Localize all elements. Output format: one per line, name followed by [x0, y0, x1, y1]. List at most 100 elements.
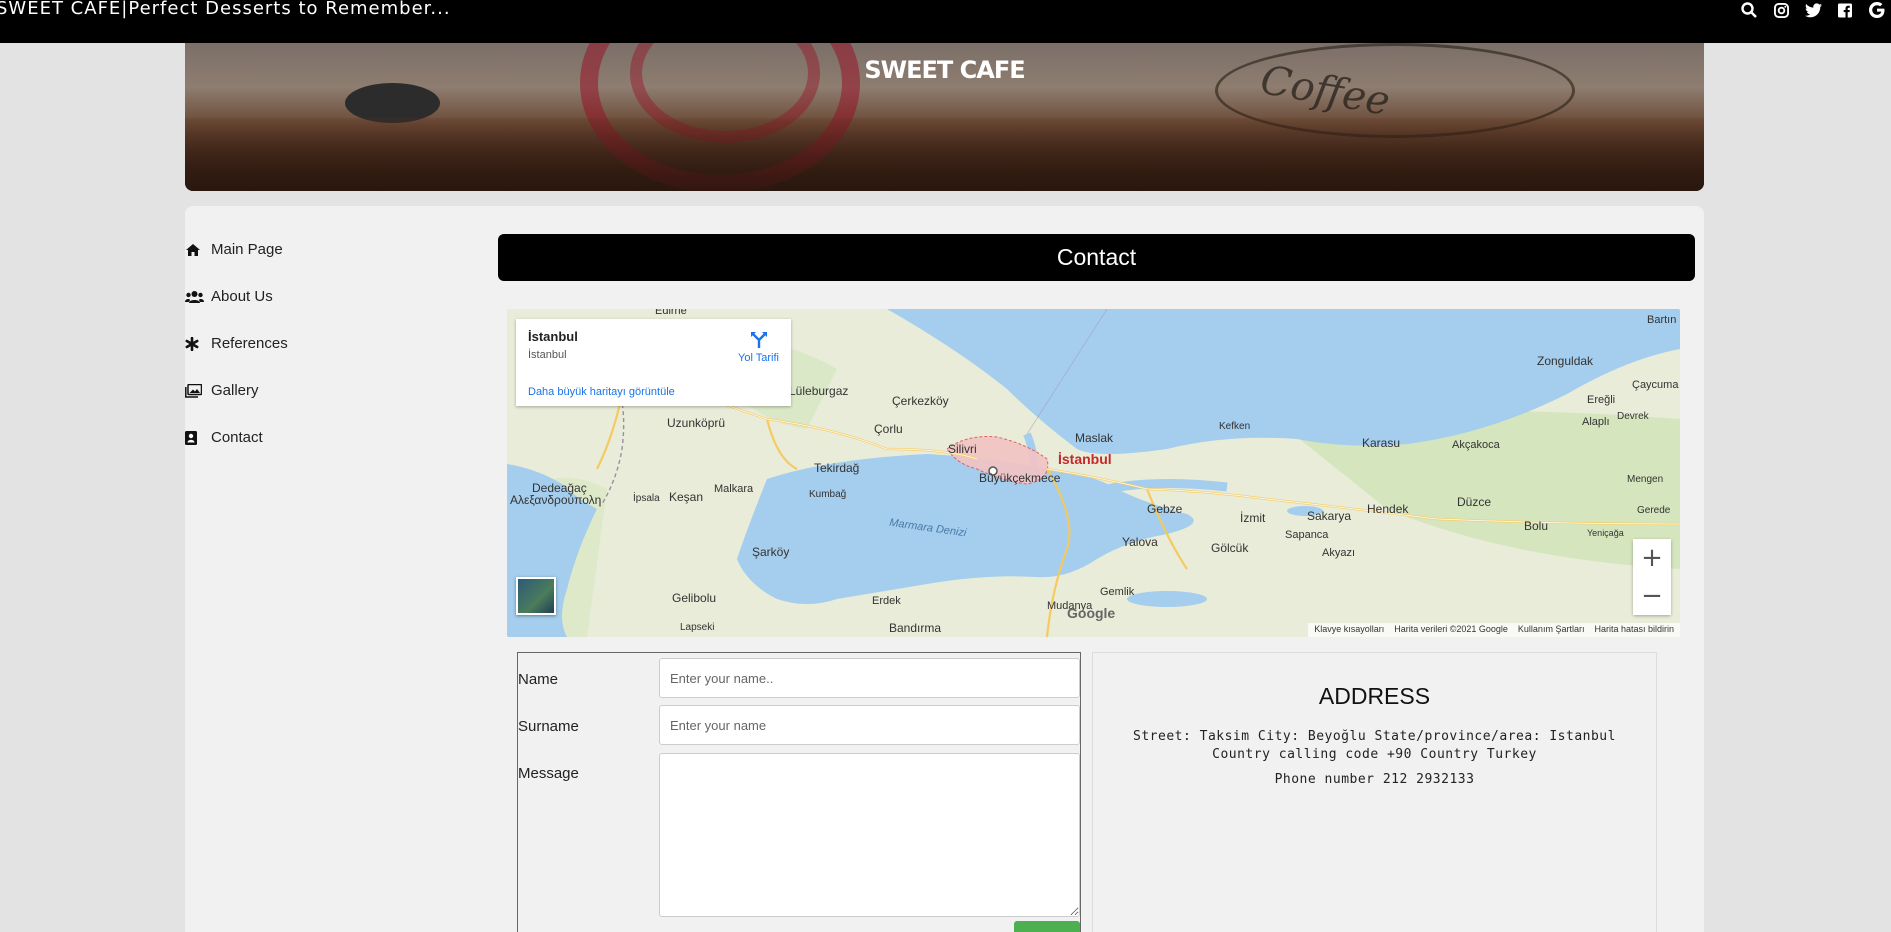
sidebar-item-label: Contact — [211, 429, 263, 446]
map-label: Yalova — [1122, 535, 1158, 549]
users-icon — [185, 289, 205, 305]
surname-label: Surname — [518, 718, 579, 735]
hero-banner: Coffee SWEET CAFE — [185, 43, 1704, 191]
home-icon — [185, 242, 205, 258]
message-textarea[interactable] — [659, 753, 1080, 917]
table-image — [185, 118, 1704, 191]
place-name: İstanbul — [528, 329, 578, 344]
map-data-credit: Harita verileri ©2021 Google — [1394, 624, 1508, 634]
contact-header: Contact — [498, 234, 1695, 281]
map-label: İpsala — [633, 493, 660, 504]
map-label: Bartın — [1647, 314, 1677, 326]
directions-button[interactable]: Yol Tarifi — [731, 331, 786, 364]
map-label: Αλεξανδρούπολη — [510, 493, 602, 507]
sidebar-nav: Main Page About Us References Gallery Co… — [185, 226, 445, 461]
sidebar-item-about-us[interactable]: About Us — [185, 273, 445, 320]
map-label: Malkara — [714, 483, 754, 495]
map-label: Tekirdağ — [814, 461, 860, 475]
message-label: Message — [518, 765, 579, 782]
sidebar-item-contact[interactable]: Contact — [185, 414, 445, 461]
map-label: Gölcük — [1211, 541, 1249, 555]
submit-button[interactable] — [1014, 921, 1080, 932]
place-address: İstanbul — [528, 349, 567, 361]
twitter-icon[interactable] — [1803, 0, 1823, 20]
sidebar-item-references[interactable]: References — [185, 320, 445, 367]
map-label: Çorlu — [874, 422, 903, 436]
sidebar-item-main-page[interactable]: Main Page — [185, 226, 445, 273]
larger-map-link[interactable]: Daha büyük haritayı görüntüle — [528, 386, 675, 398]
map-label: Bolu — [1524, 519, 1549, 533]
map-label: Gelibolu — [672, 591, 717, 605]
map-label: Gebze — [1147, 502, 1183, 516]
images-icon — [185, 383, 205, 399]
sidebar-item-label: About Us — [211, 288, 273, 305]
sidebar-item-gallery[interactable]: Gallery — [185, 367, 445, 414]
map-label: Çerkezköy — [892, 394, 949, 408]
address-street: Street: Taksim City: Beyoğlu State/provi… — [1133, 729, 1616, 762]
map-label: Çaycuma — [1632, 379, 1679, 391]
google-icon[interactable] — [1867, 0, 1887, 20]
contact-form: Name Surname Message — [517, 652, 1081, 932]
map-label: Kefken — [1219, 421, 1251, 432]
map-label: Alaplı — [1582, 416, 1610, 428]
google-logo: Google — [1067, 605, 1116, 621]
asterisk-icon — [185, 336, 205, 352]
top-bar: SWEET CAFE|Perfect Desserts to Remember.… — [0, 0, 1891, 43]
zoom-in-button[interactable]: + — [1633, 539, 1671, 577]
map-label: Mengen — [1627, 474, 1664, 485]
facebook-icon[interactable] — [1835, 0, 1855, 20]
map-label-istanbul: İstanbul — [1058, 451, 1112, 467]
coffee-cup-image — [345, 83, 440, 123]
map-label: Sapanca — [1285, 529, 1329, 541]
satellite-toggle[interactable] — [516, 577, 556, 615]
map-label: Ereğli — [1587, 394, 1616, 406]
zoom-controls: + − — [1633, 539, 1671, 615]
map-label: Yeniçağa — [1587, 528, 1624, 538]
surname-input[interactable] — [659, 705, 1080, 745]
map-label: Karasu — [1362, 436, 1401, 450]
address-book-icon — [185, 430, 205, 446]
report-error-link[interactable]: Harita hatası bildirin — [1594, 624, 1674, 636]
map-label: Büyükçekmece — [979, 471, 1061, 485]
terms-link[interactable]: Kullanım Şartları — [1518, 624, 1585, 636]
map-label: Bandırma — [889, 621, 942, 635]
keyboard-shortcuts-link[interactable]: Klavye kısayolları — [1314, 624, 1384, 636]
google-map[interactable]: Edirne Bartın Zonguldak Ereğli Çaycuma D… — [507, 309, 1680, 637]
map-label: Hendek — [1367, 502, 1409, 516]
sidebar-item-label: Gallery — [211, 382, 259, 399]
directions-icon — [750, 332, 767, 348]
map-label: Devrek — [1617, 411, 1649, 422]
instagram-icon[interactable] — [1771, 0, 1791, 20]
site-brand[interactable]: SWEET CAFE|Perfect Desserts to Remember.… — [0, 0, 451, 19]
directions-label: Yol Tarifi — [738, 352, 779, 364]
map-label: İzmit — [1240, 511, 1266, 525]
map-label: Maslak — [1075, 431, 1114, 445]
map-label: Düzce — [1457, 495, 1492, 509]
map-label: Sakarya — [1307, 509, 1352, 523]
map-label: Kumbağ — [809, 489, 847, 500]
address-heading: ADDRESS — [1318, 683, 1431, 709]
social-icons — [1739, 0, 1891, 20]
map-label: Lüleburgaz — [789, 384, 849, 398]
search-icon[interactable] — [1739, 0, 1759, 20]
name-label: Name — [518, 671, 559, 688]
name-input[interactable] — [659, 658, 1080, 698]
map-label: Edirne — [655, 309, 687, 317]
map-label: Zonguldak — [1537, 354, 1594, 368]
address-panel: ADDRESS Street: Taksim City: Beyoğlu Sta… — [1092, 652, 1657, 932]
map-label: Erdek — [872, 595, 901, 607]
map-label: Uzunköprü — [667, 416, 726, 430]
address-phone: Phone number 212 2932133 — [1274, 772, 1475, 787]
map-attribution: Klavye kısayolları Harita verileri ©2021… — [1308, 623, 1680, 637]
map-label: Akyazı — [1322, 547, 1356, 559]
map-label: Keşan — [669, 490, 704, 504]
zoom-out-button[interactable]: − — [1633, 577, 1671, 615]
map-place-card: İstanbul İstanbul Daha büyük haritayı gö… — [516, 319, 791, 406]
sidebar-item-label: Main Page — [211, 241, 283, 258]
map-label: Gemlik — [1100, 586, 1135, 598]
map-label: Gerede — [1637, 505, 1671, 516]
hero-title: SWEET CAFE — [864, 56, 1025, 84]
map-label: Akçakoca — [1452, 439, 1500, 451]
map-label: Şarköy — [752, 545, 790, 559]
map-label: Silivri — [948, 442, 977, 456]
